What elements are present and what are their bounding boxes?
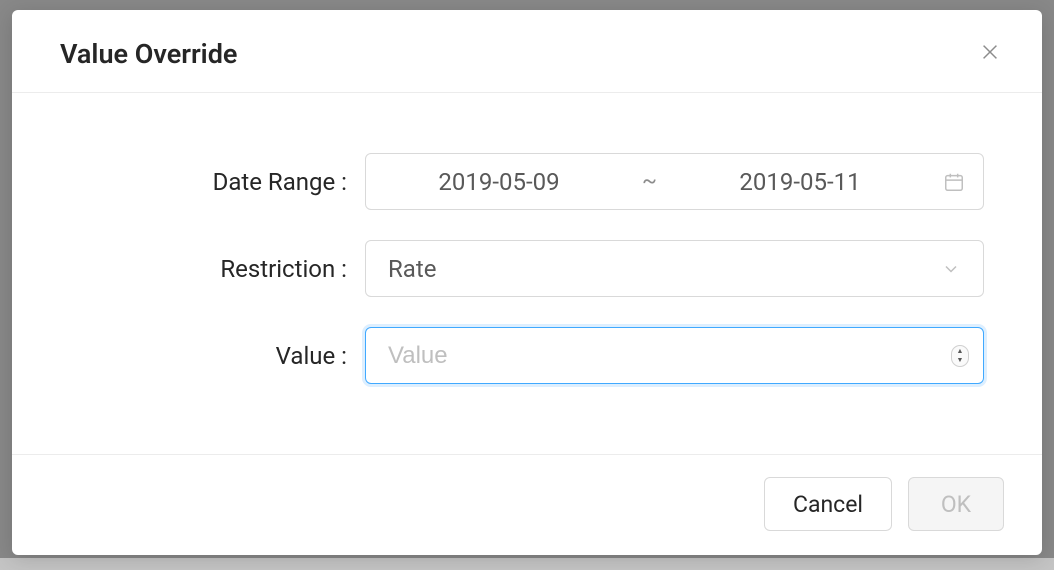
value-label: Value : xyxy=(70,342,365,370)
close-icon xyxy=(979,41,1001,67)
value-input[interactable] xyxy=(388,342,939,370)
restriction-label: Restriction : xyxy=(70,255,365,283)
ok-button[interactable]: OK xyxy=(908,477,1004,531)
cancel-button[interactable]: Cancel xyxy=(764,477,892,531)
value-override-modal: Value Override Date Range : 2019-05-09 ~… xyxy=(12,10,1042,555)
stepper-up-icon: ▲ xyxy=(957,347,964,356)
chevron-down-icon xyxy=(941,259,961,279)
date-separator: ~ xyxy=(632,169,667,194)
date-end-value: 2019-05-11 xyxy=(667,168,933,196)
date-range-row: Date Range : 2019-05-09 ~ 2019-05-11 xyxy=(70,153,984,210)
value-stepper[interactable]: ▲ ▼ xyxy=(951,345,969,367)
value-row: Value : ▲ ▼ xyxy=(70,327,984,384)
value-input-wrapper: ▲ ▼ xyxy=(365,327,984,384)
close-button[interactable] xyxy=(976,40,1004,68)
restriction-selected-value: Rate xyxy=(388,255,436,283)
date-range-label: Date Range : xyxy=(70,168,365,196)
backdrop xyxy=(0,558,1054,570)
stepper-down-icon: ▼ xyxy=(957,356,964,365)
restriction-row: Restriction : Rate xyxy=(70,240,984,297)
modal-footer: Cancel OK xyxy=(12,454,1042,555)
modal-body: Date Range : 2019-05-09 ~ 2019-05-11 xyxy=(12,93,1042,454)
calendar-icon xyxy=(943,171,965,193)
date-range-picker[interactable]: 2019-05-09 ~ 2019-05-11 xyxy=(365,153,984,210)
modal-header: Value Override xyxy=(12,10,1042,93)
date-start-value: 2019-05-09 xyxy=(366,168,632,196)
restriction-select[interactable]: Rate xyxy=(365,240,984,297)
modal-title: Value Override xyxy=(60,38,237,70)
